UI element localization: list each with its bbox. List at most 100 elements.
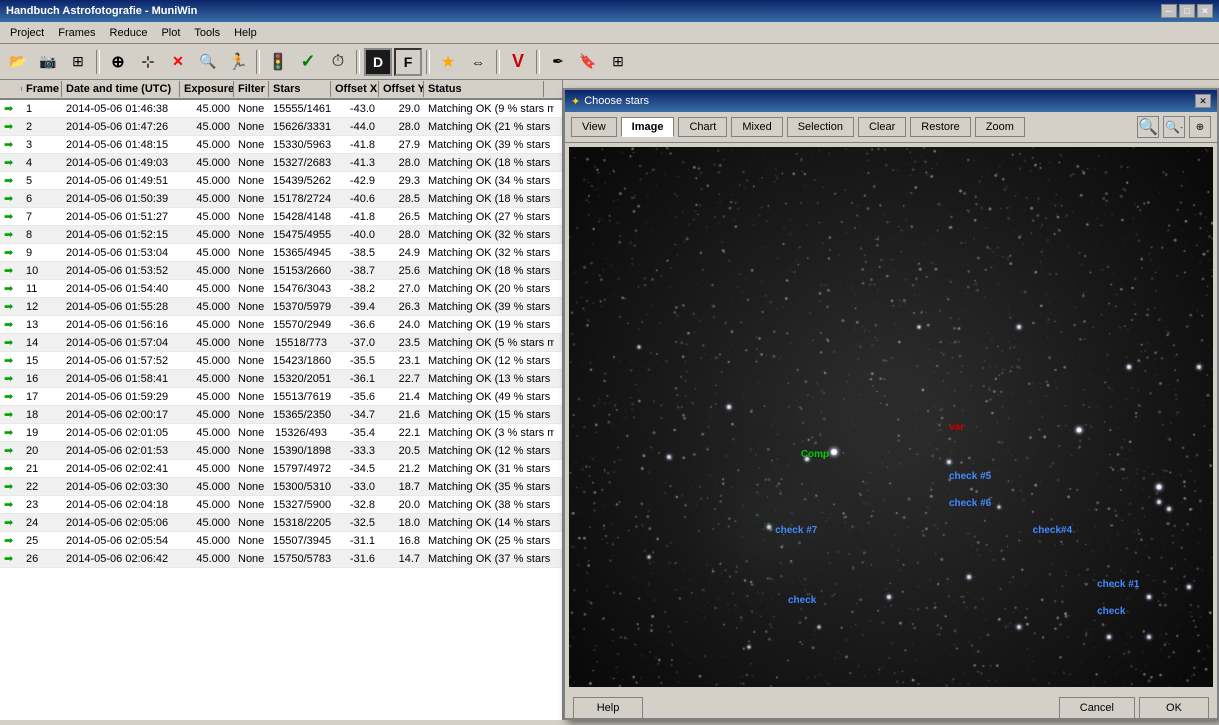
toolbar-add[interactable]: ⊕: [104, 48, 132, 76]
row-exposure: 45.000: [180, 444, 234, 458]
toolbar-check[interactable]: ✓: [294, 48, 322, 76]
table-row[interactable]: ➡ 7 2014-05-06 01:51:27 45.000 None 1542…: [0, 208, 562, 226]
tab-chart[interactable]: Chart: [678, 117, 727, 137]
tab-zoom[interactable]: Zoom: [975, 117, 1025, 137]
table-row[interactable]: ➡ 9 2014-05-06 01:53:04 45.000 None 1536…: [0, 244, 562, 262]
table-row[interactable]: ➡ 14 2014-05-06 01:57:04 45.000 None 155…: [0, 334, 562, 352]
tab-selection[interactable]: Selection: [787, 117, 854, 137]
table-row[interactable]: ➡ 21 2014-05-06 02:02:41 45.000 None 157…: [0, 460, 562, 478]
row-offsety: 23.1: [379, 354, 424, 368]
tab-image[interactable]: Image: [621, 117, 675, 137]
table-row[interactable]: ➡ 22 2014-05-06 02:03:30 45.000 None 153…: [0, 478, 562, 496]
toolbar-feather[interactable]: ✒: [544, 48, 572, 76]
row-status: Matching OK (38 % stars m: [424, 498, 554, 512]
row-icon: ➡: [0, 191, 22, 206]
toolbar-clock[interactable]: ⏱: [324, 48, 352, 76]
row-offsetx: -35.6: [331, 390, 379, 404]
table-row[interactable]: ➡ 1 2014-05-06 01:46:38 45.000 None 1555…: [0, 100, 562, 118]
table-row[interactable]: ➡ 19 2014-05-06 02:01:05 45.000 None 153…: [0, 424, 562, 442]
menu-help[interactable]: Help: [228, 25, 263, 41]
table-row[interactable]: ➡ 6 2014-05-06 01:50:39 45.000 None 1517…: [0, 190, 562, 208]
menu-frames[interactable]: Frames: [52, 25, 101, 41]
menu-reduce[interactable]: Reduce: [104, 25, 154, 41]
toolbar-delete[interactable]: ✕: [164, 48, 192, 76]
zoom-fit-button[interactable]: ⊕: [1189, 116, 1211, 138]
col-datetime[interactable]: Date and time (UTC): [62, 81, 180, 97]
row-icon: ➡: [0, 227, 22, 242]
table-row[interactable]: ➡ 13 2014-05-06 01:56:16 45.000 None 155…: [0, 316, 562, 334]
row-stars: 15423/1860: [269, 354, 331, 368]
toolbar-grid[interactable]: ⊞: [64, 48, 92, 76]
menu-project[interactable]: Project: [4, 25, 50, 41]
minimize-button[interactable]: ─: [1161, 4, 1177, 18]
dialog-title-icon: ✦: [571, 95, 580, 108]
row-datetime: 2014-05-06 02:02:41: [62, 462, 180, 476]
toolbar-arrows[interactable]: ⇔: [464, 48, 492, 76]
table-row[interactable]: ➡ 4 2014-05-06 01:49:03 45.000 None 1532…: [0, 154, 562, 172]
tab-view[interactable]: View: [571, 117, 617, 137]
cancel-button[interactable]: Cancel: [1059, 697, 1135, 719]
table-row[interactable]: ➡ 15 2014-05-06 01:57:52 45.000 None 154…: [0, 352, 562, 370]
toolbar-d[interactable]: D: [364, 48, 392, 76]
zoom-out-button[interactable]: 🔍-: [1163, 116, 1185, 138]
row-offsetx: -33.3: [331, 444, 379, 458]
toolbar-f[interactable]: F: [394, 48, 422, 76]
menu-plot[interactable]: Plot: [155, 25, 186, 41]
row-offsetx: -39.4: [331, 300, 379, 314]
tab-clear[interactable]: Clear: [858, 117, 906, 137]
table-row[interactable]: ➡ 17 2014-05-06 01:59:29 45.000 None 155…: [0, 388, 562, 406]
row-frame: 7: [22, 210, 62, 224]
col-stars[interactable]: Stars: [269, 81, 331, 97]
col-offsety[interactable]: Offset Y: [379, 81, 424, 97]
table-row[interactable]: ➡ 10 2014-05-06 01:53:52 45.000 None 151…: [0, 262, 562, 280]
tab-mixed[interactable]: Mixed: [731, 117, 782, 137]
row-datetime: 2014-05-06 01:53:52: [62, 264, 180, 278]
col-status[interactable]: Status: [424, 81, 544, 97]
window-controls: ─ □ ✕: [1161, 4, 1213, 18]
help-button[interactable]: Help: [573, 697, 643, 719]
table-row[interactable]: ➡ 20 2014-05-06 02:01:53 45.000 None 153…: [0, 442, 562, 460]
tab-restore[interactable]: Restore: [910, 117, 971, 137]
table-row[interactable]: ➡ 16 2014-05-06 01:58:41 45.000 None 153…: [0, 370, 562, 388]
col-frame[interactable]: Frame #: [22, 81, 62, 97]
table-row[interactable]: ➡ 23 2014-05-06 02:04:18 45.000 None 153…: [0, 496, 562, 514]
col-exposure[interactable]: Exposure: [180, 81, 234, 97]
col-offsetx[interactable]: Offset X: [331, 81, 379, 97]
row-offsety: 28.0: [379, 228, 424, 242]
col-icon: [0, 87, 22, 91]
toolbar-star[interactable]: ★: [434, 48, 462, 76]
row-offsetx: -40.0: [331, 228, 379, 242]
zoom-in-button[interactable]: 🔍: [1137, 116, 1159, 138]
row-offsety: 26.3: [379, 300, 424, 314]
row-offsetx: -36.6: [331, 318, 379, 332]
ok-button[interactable]: OK: [1139, 697, 1209, 719]
row-offsetx: -32.5: [331, 516, 379, 530]
table-row[interactable]: ➡ 11 2014-05-06 01:54:40 45.000 None 154…: [0, 280, 562, 298]
row-datetime: 2014-05-06 01:47:26: [62, 120, 180, 134]
maximize-button[interactable]: □: [1179, 4, 1195, 18]
table-row[interactable]: ➡ 26 2014-05-06 02:06:42 45.000 None 157…: [0, 550, 562, 568]
toolbar-search[interactable]: 🔍: [194, 48, 222, 76]
table-row[interactable]: ➡ 24 2014-05-06 02:05:06 45.000 None 153…: [0, 514, 562, 532]
table-row[interactable]: ➡ 5 2014-05-06 01:49:51 45.000 None 1543…: [0, 172, 562, 190]
row-filter: None: [234, 372, 269, 386]
table-row[interactable]: ➡ 8 2014-05-06 01:52:15 45.000 None 1547…: [0, 226, 562, 244]
toolbar-v[interactable]: V: [504, 48, 532, 76]
menu-tools[interactable]: Tools: [188, 25, 226, 41]
toolbar-traffic[interactable]: 🚦: [264, 48, 292, 76]
table-row[interactable]: ➡ 2 2014-05-06 01:47:26 45.000 None 1562…: [0, 118, 562, 136]
dialog-close-button[interactable]: ✕: [1195, 94, 1211, 108]
row-exposure: 45.000: [180, 246, 234, 260]
toolbar-tag[interactable]: 🔖: [574, 48, 602, 76]
table-row[interactable]: ➡ 12 2014-05-06 01:55:28 45.000 None 153…: [0, 298, 562, 316]
toolbar-run[interactable]: 🏃: [224, 48, 252, 76]
toolbar-move[interactable]: ⊹: [134, 48, 162, 76]
col-filter[interactable]: Filter: [234, 81, 269, 97]
close-button[interactable]: ✕: [1197, 4, 1213, 18]
table-row[interactable]: ➡ 18 2014-05-06 02:00:17 45.000 None 153…: [0, 406, 562, 424]
table-row[interactable]: ➡ 3 2014-05-06 01:48:15 45.000 None 1533…: [0, 136, 562, 154]
toolbar-camera[interactable]: 📷: [34, 48, 62, 76]
table-row[interactable]: ➡ 25 2014-05-06 02:05:54 45.000 None 155…: [0, 532, 562, 550]
toolbar-table[interactable]: ⊞: [604, 48, 632, 76]
toolbar-open[interactable]: 📂: [4, 48, 32, 76]
